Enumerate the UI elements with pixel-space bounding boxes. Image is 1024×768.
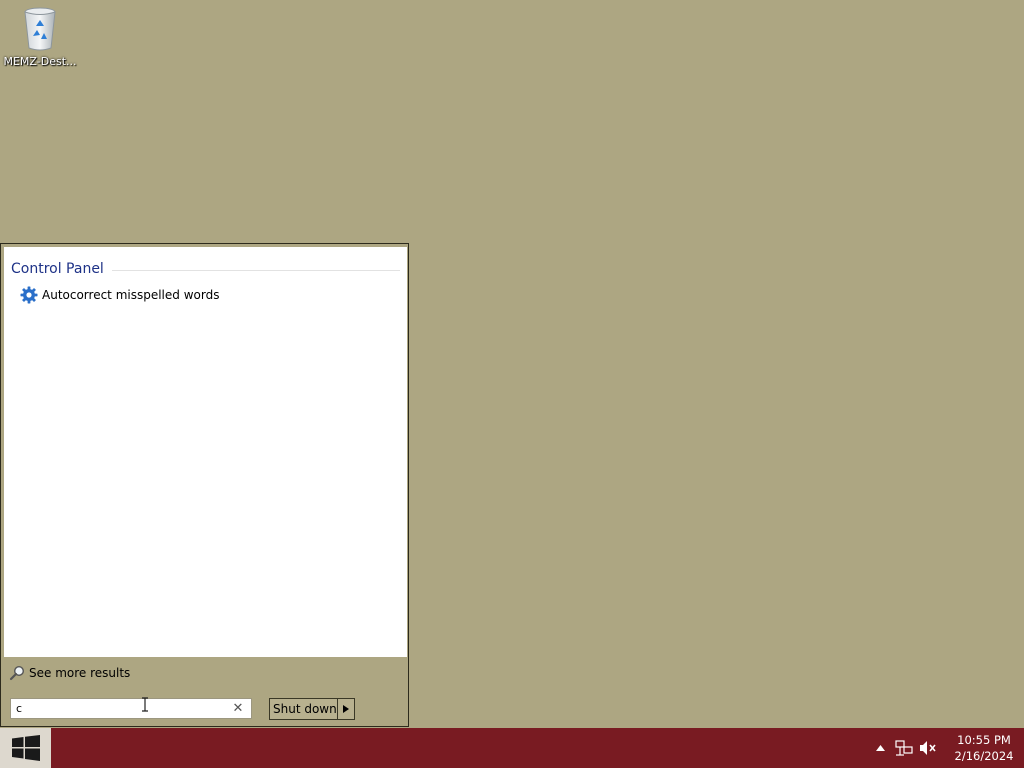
shutdown-button[interactable]: Shut down: [270, 699, 337, 719]
clear-search-icon[interactable]: ✕: [230, 700, 246, 717]
clock-time: 10:55 PM: [957, 733, 1011, 747]
volume-muted-icon[interactable]: [919, 739, 937, 757]
search-input[interactable]: [11, 699, 232, 718]
system-tray: 10:55 PM 2/16/2024: [868, 728, 1024, 768]
text-cursor-icon: [141, 697, 149, 712]
search-results-pane: Control Panel Autocorrect misspelled wor…: [4, 247, 407, 657]
start-button[interactable]: [0, 728, 51, 768]
start-menu: Control Panel Autocorrect misspelled wor…: [0, 243, 409, 727]
show-hidden-icons-arrow-icon[interactable]: [871, 739, 889, 757]
shutdown-options-button[interactable]: [336, 699, 354, 719]
magnifier-icon: [9, 665, 25, 681]
group-divider: [111, 269, 400, 271]
network-icon[interactable]: [895, 739, 913, 757]
shutdown-button-group: Shut down: [269, 698, 355, 720]
taskbar: 10:55 PM 2/16/2024: [0, 728, 1024, 768]
results-group-header: Control Panel: [11, 261, 400, 277]
start-search-box[interactable]: ✕: [10, 698, 252, 719]
see-more-results-link[interactable]: See more results: [9, 664, 130, 682]
clock-date: 2/16/2024: [954, 749, 1014, 763]
desktop-icon-recycle-bin[interactable]: MEMZ-Dest...: [2, 6, 78, 68]
gear-icon: [20, 286, 38, 304]
results-group-title[interactable]: Control Panel: [11, 261, 104, 277]
see-more-results-label: See more results: [29, 666, 131, 680]
result-item-label: Autocorrect misspelled words: [42, 288, 220, 302]
result-item-autocorrect[interactable]: Autocorrect misspelled words: [20, 285, 225, 305]
recycle-bin-icon: [20, 6, 60, 52]
desktop-icon-label: MEMZ-Dest...: [3, 55, 77, 68]
taskbar-clock[interactable]: 10:55 PM 2/16/2024: [946, 732, 1022, 764]
chevron-right-icon: [342, 705, 349, 713]
windows-logo-icon: [11, 735, 40, 761]
